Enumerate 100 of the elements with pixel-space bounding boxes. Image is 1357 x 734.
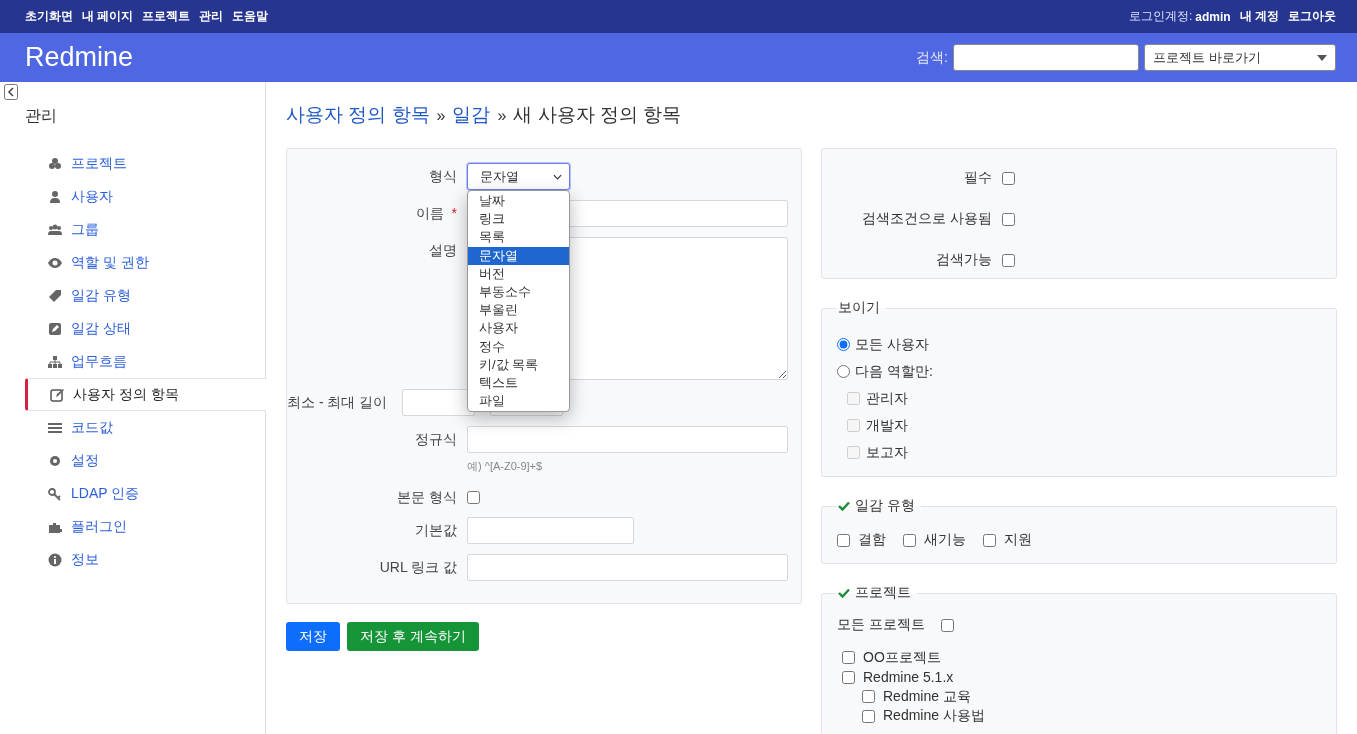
legend-title: 일감 유형 — [855, 497, 915, 515]
breadcrumb-link[interactable]: 일감 — [452, 102, 491, 128]
required-mark: * — [451, 205, 457, 221]
checkbox[interactable] — [862, 709, 875, 723]
checkbox-label: 검색조건으로 사용됨 — [861, 210, 992, 228]
info-icon — [48, 552, 62, 567]
page-title: 새 사용자 정의 항목 — [513, 103, 682, 127]
check-icon — [838, 588, 850, 598]
sidebar-item[interactable]: 일감 상태 — [0, 312, 265, 345]
checkbox[interactable] — [862, 690, 875, 704]
tag-icon — [48, 288, 62, 303]
breadcrumb-link[interactable]: 사용자 정의 항목 — [286, 102, 430, 128]
checkbox-label: 검색가능 — [935, 251, 992, 269]
account-link[interactable]: 내 계정 — [1239, 8, 1279, 25]
checkbox-label: 결함 — [858, 531, 886, 549]
dropdown-option[interactable]: 버전 — [468, 264, 569, 283]
dropdown-option[interactable]: 문자열 — [468, 246, 569, 265]
dropdown-option[interactable]: 날짜 — [468, 192, 569, 211]
field-label: 이름 — [415, 205, 444, 221]
field-label: 설명 — [429, 242, 457, 258]
checkbox-label: 개발자 — [866, 416, 908, 435]
top-menu-link[interactable]: 도움말 — [232, 8, 269, 25]
checkbox[interactable] — [842, 651, 855, 665]
sidebar-item[interactable]: 프로젝트 — [0, 147, 265, 180]
sidebar-item[interactable]: 코드값 — [0, 411, 265, 444]
save-continue-button[interactable]: 저장 후 계속하기 — [347, 622, 479, 651]
dropdown-option[interactable]: 키/값 목록 — [468, 355, 569, 374]
text-field[interactable] — [467, 426, 788, 453]
caret-icon — [1317, 54, 1327, 61]
checkbox[interactable] — [467, 491, 480, 504]
checkbox[interactable] — [983, 533, 996, 547]
check-icon — [838, 501, 850, 511]
min-length-field[interactable] — [402, 389, 476, 416]
sidebar-item[interactable]: 사용자 정의 항목 — [25, 378, 266, 411]
search-field[interactable] — [953, 44, 1139, 71]
dropdown-option[interactable]: 부동소수 — [468, 282, 569, 302]
sidebar-item[interactable]: 역할 및 권한 — [0, 246, 265, 279]
format-select[interactable]: 문자열 — [467, 163, 570, 190]
text-field[interactable] — [467, 517, 634, 544]
top-menu-link[interactable]: 프로젝트 — [142, 8, 191, 25]
project-jump-select[interactable]: 프로젝트 바로가기 — [1144, 44, 1336, 71]
dropdown-option[interactable]: 정수 — [468, 337, 569, 356]
edit-icon — [50, 387, 64, 402]
checkbox[interactable] — [842, 670, 855, 684]
radio-button[interactable] — [837, 338, 850, 351]
checkbox[interactable] — [1002, 253, 1015, 267]
account-link[interactable]: 로그아웃 — [1288, 8, 1336, 25]
circles-icon — [48, 156, 62, 171]
radio-label: 모든 사용자 — [855, 335, 929, 354]
dropdown-option[interactable]: 목록 — [468, 228, 569, 247]
field-hint: 예) ^[A-Z0-9]+$ — [467, 459, 544, 474]
field-label: 정규식 — [415, 431, 457, 447]
checkbox-label: 지원 — [1004, 531, 1032, 549]
top-menu-link[interactable]: 초기화면 — [25, 8, 73, 25]
user-icon — [48, 189, 62, 204]
field-label: 본문 형식 — [397, 489, 457, 505]
sidebar-title: 관리 — [25, 106, 58, 126]
dropdown-option[interactable]: 텍스트 — [468, 373, 569, 393]
user-link[interactable]: admin — [1195, 9, 1231, 24]
sidebar-item[interactable]: 플러그인 — [0, 510, 265, 543]
legend-title: 보이기 — [838, 299, 880, 317]
checkbox[interactable] — [1002, 171, 1015, 185]
sidebar-item[interactable]: 사용자 — [0, 180, 265, 213]
radio-label: 다음 역할만: — [855, 362, 933, 381]
checkbox[interactable] — [837, 533, 850, 547]
checkbox-label: 모든 프로젝트 — [837, 616, 925, 634]
search-label: 검색: — [916, 48, 948, 67]
sidebar-item[interactable]: 업무흐름 — [0, 345, 265, 378]
checkbox-label: 필수 — [963, 169, 992, 187]
save-button[interactable]: 저장 — [286, 622, 340, 651]
collapse-icon[interactable] — [4, 84, 18, 100]
sidebar-item[interactable]: 일감 유형 — [0, 279, 265, 312]
checkbox[interactable] — [903, 533, 916, 547]
checkbox-label: OO프로젝트 — [863, 648, 941, 667]
field-label: URL 링크 값 — [379, 559, 457, 575]
dropdown-option[interactable]: 부울린 — [468, 301, 569, 320]
text-field[interactable] — [467, 554, 788, 581]
top-menu-link[interactable]: 관리 — [199, 8, 224, 25]
dropdown-option[interactable]: 링크 — [468, 210, 569, 229]
list-icon — [48, 420, 62, 435]
dropdown-option[interactable]: 파일 — [468, 392, 569, 411]
sidebar-item[interactable]: LDAP 인증 — [0, 477, 265, 510]
sidebar-item[interactable]: 그룹 — [0, 213, 265, 246]
sidebar-item[interactable]: 정보 — [0, 543, 265, 576]
top-menu-link[interactable]: 내 페이지 — [82, 8, 134, 25]
chevron-down-icon — [553, 173, 562, 180]
checkbox-label: 보고자 — [866, 443, 908, 462]
dropdown-option[interactable]: 사용자 — [468, 319, 569, 338]
checkbox-label: Redmine 사용법 — [883, 707, 985, 726]
pencil-square-icon — [48, 321, 62, 336]
legend-title: 프로젝트 — [855, 584, 911, 602]
breadcrumb-separator: » — [497, 107, 507, 125]
breadcrumb-separator: » — [436, 107, 446, 125]
radio-button[interactable] — [837, 365, 850, 378]
checkbox[interactable] — [940, 618, 954, 632]
logged-in-label: 로그인계정: — [1128, 8, 1193, 25]
sidebar-item[interactable]: 설정 — [0, 444, 265, 477]
checkbox[interactable] — [1002, 212, 1015, 226]
app-title: Redmine — [25, 42, 134, 73]
sitemap-icon — [48, 354, 62, 369]
